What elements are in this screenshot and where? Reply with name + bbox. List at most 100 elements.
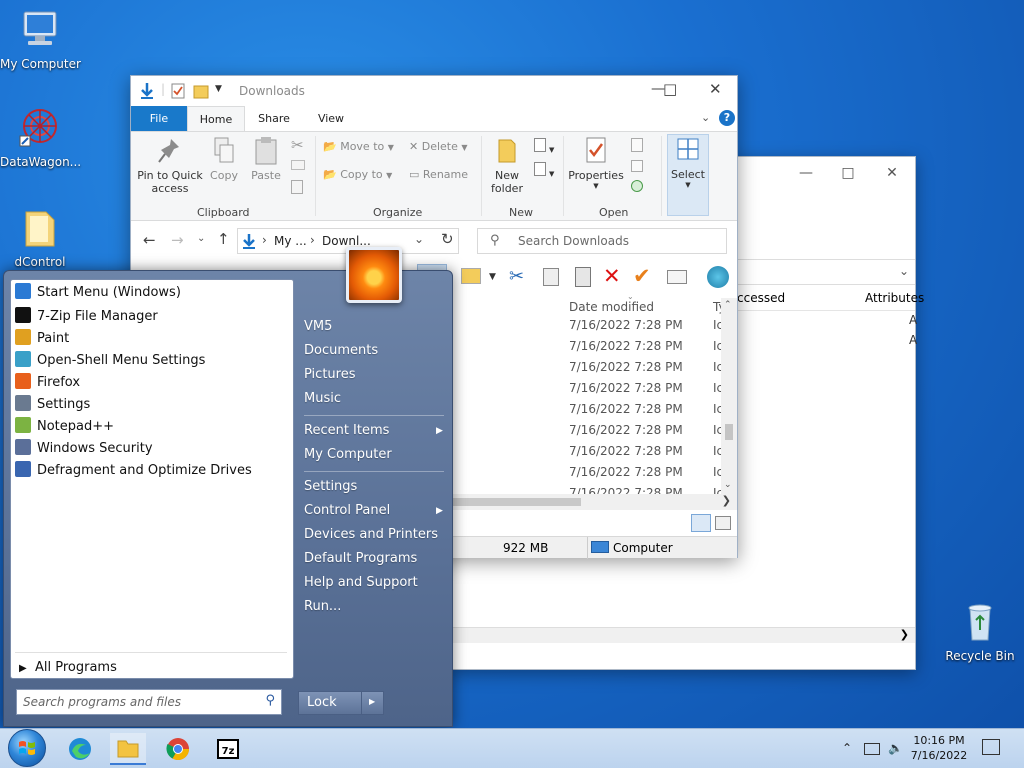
program-item[interactable]: Notepad++ <box>15 416 114 438</box>
forward-arrow-icon[interactable]: → <box>171 231 184 249</box>
tab-home[interactable]: Home <box>187 106 245 131</box>
paste-shortcut-icon[interactable] <box>291 180 303 194</box>
folder-options-icon[interactable] <box>461 268 481 284</box>
recent-locations-icon[interactable]: ⌄ <box>197 233 205 244</box>
tab-view[interactable]: View <box>303 106 359 131</box>
select-button[interactable]: Select ▼ <box>667 134 709 216</box>
paste-icon[interactable] <box>575 267 591 287</box>
scroll-up-icon[interactable]: ⌃ <box>724 300 732 310</box>
program-item[interactable]: Firefox <box>15 372 80 394</box>
close-button[interactable]: ✕ <box>877 161 907 185</box>
explorer-titlebar[interactable]: | ▼ Downloads — □ ✕ <box>131 76 737 106</box>
vertical-scrollbar[interactable]: ⌃ ⌄ <box>721 298 737 494</box>
file-row[interactable]: 7/16/2022 7:28 PM Ic <box>569 444 723 458</box>
properties-icon[interactable] <box>667 270 687 284</box>
horizontal-scrollbar[interactable]: ❯ <box>451 494 737 510</box>
program-item[interactable]: 7-Zip File Manager <box>15 306 158 328</box>
desktop-icon-datawagon[interactable]: DataWagon... <box>0 106 81 169</box>
start-item-control-panel[interactable]: Control Panel <box>304 503 390 518</box>
volume-icon[interactable]: 🔈 <box>888 741 903 755</box>
move-to-button[interactable]: 📂 Move to ▼ <box>323 140 394 153</box>
start-item-run[interactable]: Run... <box>304 599 341 614</box>
program-item[interactable]: Defragment and Optimize Drives <box>15 460 252 482</box>
file-row[interactable]: 7/16/2022 7:28 PM Ic <box>569 465 723 479</box>
start-item-default-programs[interactable]: Default Programs <box>304 551 417 566</box>
chevron-right-icon[interactable]: ❯ <box>900 628 909 641</box>
up-arrow-icon[interactable]: ↑ <box>217 230 230 248</box>
start-item-user[interactable]: VM5 <box>304 319 332 334</box>
start-button[interactable] <box>8 729 46 767</box>
chevron-down-icon[interactable]: ⌄ <box>414 232 424 246</box>
program-item[interactable]: Paint <box>15 328 69 350</box>
tab-file[interactable]: File <box>131 106 187 131</box>
new-item-button[interactable]: ▼ <box>531 138 557 155</box>
horizontal-scrollbar[interactable]: ❯ <box>451 627 915 643</box>
scroll-thumb[interactable] <box>725 424 733 440</box>
desktop-icon-dcontrol[interactable]: dControl <box>0 206 80 269</box>
large-icons-view-icon[interactable] <box>715 516 731 530</box>
start-item-recent-items[interactable]: Recent Items <box>304 423 389 438</box>
quick-access-dropdown-icon[interactable]: ▼ <box>215 84 222 94</box>
maximize-icon[interactable]: □ <box>663 80 677 98</box>
program-item[interactable]: Open-Shell Menu Settings <box>15 350 205 372</box>
column-header-date-modified[interactable]: Date modified ⌄ <box>563 292 723 318</box>
delete-button[interactable]: ✕ Delete ▼ <box>409 140 468 153</box>
search-input[interactable]: ⚲ Search Downloads <box>477 228 727 254</box>
notification-icon[interactable] <box>982 739 1000 755</box>
taskbar-edge[interactable] <box>62 733 98 765</box>
taskbar-chrome[interactable] <box>160 733 196 765</box>
pin-to-quick-access-button[interactable]: Pin to Quick access <box>135 136 205 195</box>
help-icon[interactable]: ? <box>719 110 735 126</box>
edit-icon[interactable] <box>631 160 643 172</box>
program-item[interactable]: Settings <box>15 394 90 416</box>
refresh-icon[interactable]: ↻ <box>441 230 454 248</box>
file-row[interactable]: 7/16/2022 7:28 PM Ic <box>569 360 723 374</box>
chevron-right-icon[interactable]: ❯ <box>722 494 731 507</box>
easy-access-button[interactable]: ▼ <box>531 162 557 179</box>
start-item-music[interactable]: Music <box>304 391 341 406</box>
file-row[interactable]: 7/16/2022 7:28 PM Ic <box>569 339 723 353</box>
dropdown-arrow-icon[interactable]: ▼ <box>489 272 496 282</box>
chevron-down-icon[interactable]: ⌄ <box>701 111 710 124</box>
column-accessed[interactable]: ccessed <box>737 291 785 305</box>
cut-icon[interactable]: ✂ <box>291 136 304 154</box>
user-avatar[interactable] <box>346 247 402 303</box>
network-icon[interactable] <box>864 743 880 755</box>
scroll-thumb[interactable] <box>451 498 581 506</box>
shell-icon[interactable] <box>707 266 729 288</box>
lock-button[interactable]: Lock ▶ <box>298 691 384 715</box>
start-search-input[interactable]: Search programs and files ⚲ <box>16 689 282 715</box>
tab-share[interactable]: Share <box>247 106 301 131</box>
new-folder-button[interactable]: New folder <box>487 136 527 195</box>
delete-icon[interactable]: ✕ <box>603 264 621 288</box>
breadcrumb-downloads[interactable]: Downl... <box>322 234 371 248</box>
chevron-down-icon[interactable]: ⌄ <box>899 264 909 278</box>
properties-button[interactable]: Properties ▼ <box>567 136 625 190</box>
desktop-icon-my-computer[interactable]: My Computer <box>0 8 81 71</box>
breadcrumb-my-computer[interactable]: My ... <box>274 234 307 248</box>
taskbar-file-explorer[interactable] <box>110 733 146 765</box>
program-item[interactable]: Start Menu (Windows) <box>15 282 181 304</box>
triangle-right-icon[interactable]: ▶ <box>369 697 375 706</box>
details-view-icon[interactable] <box>691 514 711 532</box>
file-row[interactable]: 7/16/2022 7:28 PM Ic <box>569 402 723 416</box>
minimize-button[interactable]: — <box>791 161 821 185</box>
start-item-settings[interactable]: Settings <box>304 479 357 494</box>
copy-button[interactable]: Copy <box>205 136 243 182</box>
file-row[interactable]: 7/16/2022 7:28 PM Ic <box>569 423 723 437</box>
history-icon[interactable] <box>631 180 643 192</box>
back-arrow-icon[interactable]: ← <box>143 231 156 249</box>
program-item[interactable]: Windows Security <box>15 438 153 460</box>
copy-to-button[interactable]: 📂 Copy to ▼ <box>323 168 392 181</box>
paste-button[interactable]: Paste <box>247 136 285 182</box>
start-item-devices-and-printers[interactable]: Devices and Printers <box>304 527 438 542</box>
file-row[interactable]: 7/16/2022 7:28 PM Ic <box>569 381 723 395</box>
copy-path-icon[interactable] <box>291 160 305 170</box>
show-hidden-icons-icon[interactable]: ⌃ <box>842 741 852 755</box>
taskbar-7zip[interactable]: 7z <box>210 733 246 765</box>
desktop-icon-recycle-bin[interactable]: Recycle Bin <box>940 600 1020 663</box>
start-item-pictures[interactable]: Pictures <box>304 367 355 382</box>
all-programs-button[interactable]: ▶ All Programs <box>19 660 117 675</box>
start-item-documents[interactable]: Documents <box>304 343 378 358</box>
open-icon[interactable] <box>631 138 643 152</box>
